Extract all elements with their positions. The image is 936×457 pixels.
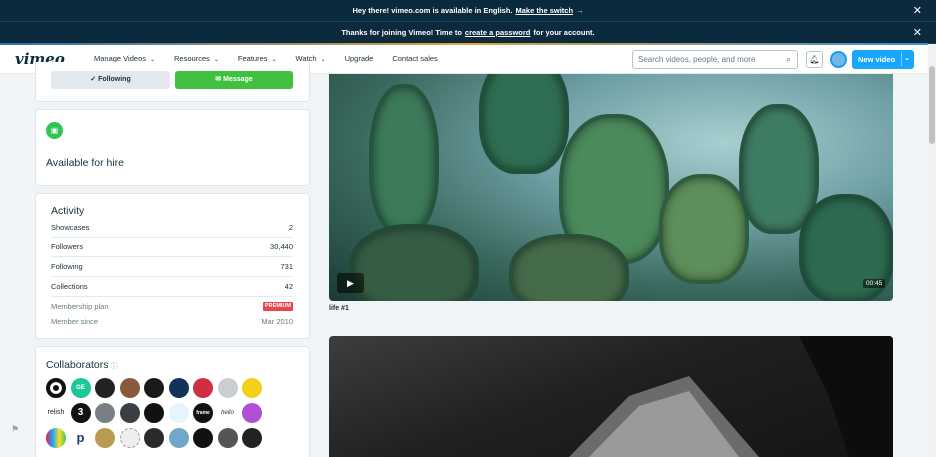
collaborator-avatar[interactable]	[46, 378, 66, 398]
collaborator-avatar[interactable]	[144, 428, 164, 448]
chevron-down-icon: ⌄	[320, 57, 326, 63]
arrow-right-icon: →	[576, 6, 584, 15]
collaborator-avatar[interactable]	[144, 403, 164, 423]
flag-icon[interactable]: ⚑	[11, 424, 19, 435]
password-banner: Thanks for joining Vimeo! Time to create…	[0, 22, 936, 44]
activity-row-following[interactable]: Following 731	[51, 262, 293, 277]
info-icon[interactable]: ⓘ	[110, 363, 117, 370]
video-duration: 00:45	[863, 279, 886, 288]
collaborator-avatar[interactable]	[119, 428, 140, 448]
nav-contact-sales[interactable]: Contact sales	[392, 54, 437, 63]
collaborator-avatar[interactable]	[168, 403, 189, 423]
collaborator-avatar[interactable]	[267, 428, 287, 448]
play-icon[interactable]: ▶	[337, 273, 364, 293]
collaborator-grid: GE relish 3 frame hello p	[46, 378, 294, 448]
video-thumbnail[interactable]	[329, 336, 893, 457]
collaborator-avatar[interactable]	[168, 378, 189, 398]
divider	[901, 52, 902, 66]
collaborator-avatar[interactable]	[168, 428, 189, 448]
make-switch-link[interactable]: Make the switch	[516, 6, 574, 15]
close-icon[interactable]: ✕	[913, 4, 922, 17]
watch-image	[569, 336, 893, 457]
collaborator-avatar[interactable]	[242, 378, 262, 398]
collaborator-avatar[interactable]: GE	[70, 378, 91, 398]
collaborator-avatar[interactable]: relish	[46, 403, 66, 423]
nav-upgrade[interactable]: Upgrade	[345, 54, 374, 63]
hire-card	[35, 109, 310, 186]
available-for-hire[interactable]: Available for hire	[46, 157, 124, 169]
collaborator-avatar[interactable]	[144, 378, 164, 398]
new-video-button[interactable]: New video ⌄	[852, 50, 914, 69]
language-banner-text: Hey there! vimeo.com is available in Eng…	[352, 6, 513, 15]
avatar[interactable]	[830, 51, 847, 68]
briefcase-icon: ▣	[46, 122, 63, 139]
collaborator-avatar[interactable]: 3	[70, 403, 91, 423]
collaborator-avatar[interactable]	[95, 403, 115, 423]
collaborator-avatar[interactable]	[217, 428, 238, 448]
collaborator-avatar[interactable]: hello	[217, 403, 238, 423]
following-button[interactable]: ✓ Following	[51, 71, 170, 89]
collaborator-avatar[interactable]	[193, 378, 213, 398]
language-banner: Hey there! vimeo.com is available in Eng…	[0, 0, 936, 22]
video-thumbnail[interactable]	[329, 74, 893, 301]
collaborator-avatar[interactable]	[217, 378, 238, 398]
activity-row-followers[interactable]: Followers 30,440	[51, 242, 293, 257]
collaborators-title: Collaborators ⓘ	[46, 359, 118, 371]
activity-row-collections[interactable]: Collections 42	[51, 282, 293, 297]
collaborator-avatar[interactable]	[95, 428, 115, 448]
activity-row-showcases[interactable]: Showcases 2	[51, 223, 293, 238]
collaborator-avatar[interactable]	[119, 403, 140, 423]
bell-icon[interactable]: 🔔︎	[806, 51, 823, 68]
page-scrollbar[interactable]	[928, 44, 936, 457]
premium-badge: PREMIUM	[263, 302, 293, 311]
close-icon[interactable]: ✕	[913, 26, 922, 39]
search-placeholder: Search videos, people, and more	[638, 55, 756, 64]
password-banner-text-b: for your account.	[533, 28, 595, 37]
membership-plan-row: Membership plan PREMIUM	[51, 302, 293, 311]
create-password-link[interactable]: create a password	[465, 28, 530, 37]
password-banner-text-a: Thanks for joining Vimeo! Time to	[341, 28, 462, 37]
collaborator-avatar[interactable]	[267, 403, 287, 423]
collaborator-avatar[interactable]: p	[70, 428, 91, 448]
search-input[interactable]: Search videos, people, and more ⌕	[632, 50, 798, 69]
new-video-label: New video	[858, 55, 896, 64]
collaborator-avatar[interactable]: frame	[193, 403, 213, 423]
collaborator-avatar[interactable]	[267, 378, 287, 398]
collaborator-avatar[interactable]	[95, 378, 115, 398]
collaborator-avatar[interactable]	[119, 378, 140, 398]
collaborator-avatar[interactable]	[193, 428, 213, 448]
check-icon: ✓	[90, 76, 99, 83]
collaborator-avatar[interactable]	[242, 403, 262, 423]
activity-title: Activity	[51, 205, 85, 217]
collaborator-avatar[interactable]	[242, 428, 262, 448]
message-button[interactable]: ✉ Message	[175, 71, 293, 89]
scrollbar-thumb[interactable]	[929, 66, 935, 144]
mail-icon: ✉	[215, 76, 224, 83]
search-icon[interactable]: ⌕	[786, 54, 791, 65]
chevron-down-icon[interactable]: ⌄	[904, 54, 910, 62]
video-title[interactable]: life #1	[329, 305, 349, 312]
member-since-row: Member since Mar 2010	[51, 317, 293, 326]
collaborator-avatar[interactable]	[46, 428, 66, 448]
